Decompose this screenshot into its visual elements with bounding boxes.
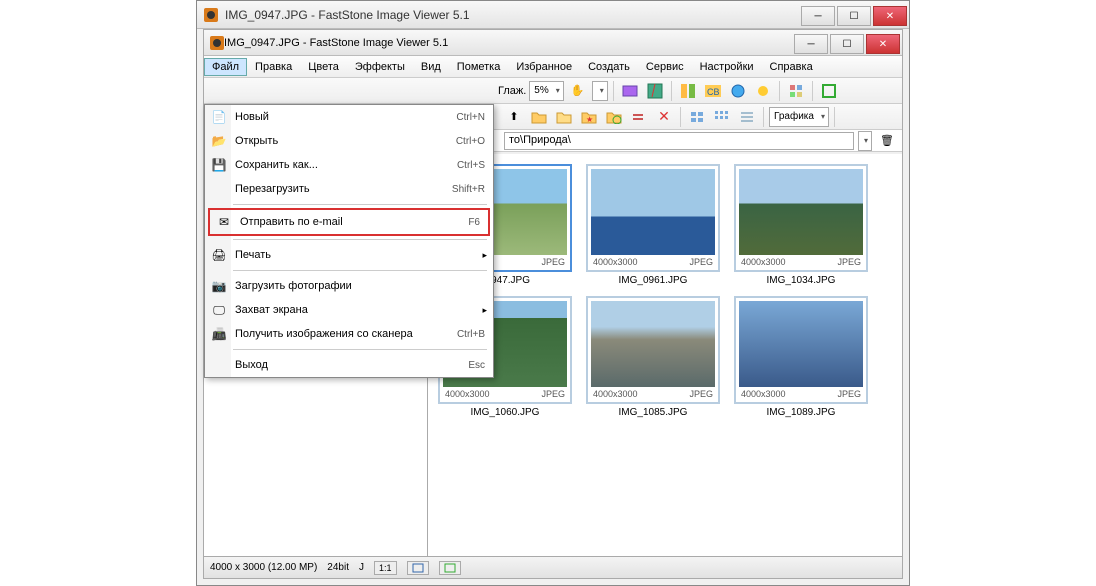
thumbnail[interactable]: 4000x3000JPEGIMG_1089.JPG	[734, 296, 868, 418]
file-menu-dropdown: 📄НовыйCtrl+N📂ОткрытьCtrl+O💾Сохранить как…	[204, 104, 494, 378]
menu-сервис[interactable]: Сервис	[638, 58, 692, 76]
app-icon	[203, 7, 219, 23]
fg-titlebar: IMG_0947.JPG - FastStone Image Viewer 5.…	[204, 30, 902, 56]
hand-tool-button[interactable]: ✋	[567, 80, 589, 102]
file-menu-item[interactable]: 📂ОткрытьCtrl+O	[205, 129, 493, 153]
view-large-button[interactable]	[686, 106, 708, 128]
fit-button[interactable]	[407, 561, 429, 575]
thumbnail-grid: 4000x3000JPEG_0947.JPG4000x3000JPEGIMG_0…	[428, 154, 902, 556]
foreground-window: IMG_0947.JPG - FastStone Image Viewer 5.…	[203, 29, 903, 579]
view-list-button[interactable]	[736, 106, 758, 128]
status-dimensions: 4000 x 3000 (12.00 MP)	[210, 562, 317, 573]
menubar: ФайлПравкаЦветаЭффектыВидПометкаИзбранно…	[204, 56, 902, 78]
folder-swap-button[interactable]	[628, 106, 650, 128]
folder-refresh-button[interactable]	[603, 106, 625, 128]
app-icon	[210, 36, 224, 50]
thumbnail[interactable]: 4000x3000JPEGIMG_1034.JPG	[734, 164, 868, 286]
filetype-combo[interactable]: Графика	[769, 107, 829, 127]
close-button[interactable]: ✕	[866, 34, 900, 54]
file-menu-item[interactable]: 🖵Захват экрана▸	[205, 298, 493, 322]
svg-text:CB: CB	[707, 87, 720, 97]
path-input[interactable]: то\Природа\	[504, 132, 854, 150]
file-menu-item[interactable]: 💾Сохранить как...Ctrl+S	[205, 153, 493, 177]
folder-open-button[interactable]	[553, 106, 575, 128]
trash-button[interactable]: 🗑	[876, 130, 898, 152]
fg-title-text: IMG_0947.JPG - FastStone Image Viewer 5.…	[224, 37, 448, 49]
menu-настройки[interactable]: Настройки	[692, 58, 762, 76]
expand-button[interactable]	[439, 561, 461, 575]
status-depth: 24bit	[327, 562, 349, 573]
menu-справка[interactable]: Справка	[762, 58, 821, 76]
toolbar-cb-button[interactable]: CB	[702, 80, 724, 102]
background-window: IMG_0947.JPG - FastStone Image Viewer 5.…	[196, 0, 910, 586]
menu-избранное[interactable]: Избранное	[508, 58, 580, 76]
path-dropdown[interactable]	[858, 131, 872, 151]
file-menu-item[interactable]: 📷Загрузить фотографии	[205, 274, 493, 298]
smooth-label: Глаж.	[208, 85, 526, 97]
file-menu-item[interactable]: ПерезагрузитьShift+R	[205, 177, 493, 201]
toolbar-row-1: Глаж. 5% ✋ CB	[204, 78, 902, 104]
menu-эффекты[interactable]: Эффекты	[347, 58, 413, 76]
nav-up-button[interactable]: ⬆	[503, 106, 525, 128]
toolbar-grid-button[interactable]	[785, 80, 807, 102]
toolbar-wallpaper-button[interactable]	[644, 80, 666, 102]
file-menu-item[interactable]: 📠Получить изображения со сканераCtrl+B	[205, 322, 493, 346]
svg-text:★: ★	[586, 115, 593, 124]
toolbar-slideshow-button[interactable]	[619, 80, 641, 102]
toolbar-sun-button[interactable]	[752, 80, 774, 102]
hand-dropdown[interactable]	[592, 81, 608, 101]
folder-yellow-button[interactable]	[528, 106, 550, 128]
menu-вид[interactable]: Вид	[413, 58, 449, 76]
file-menu-item[interactable]: ✉Отправить по e-mailF6	[210, 210, 488, 234]
delete-button[interactable]: ✕	[653, 106, 675, 128]
view-small-button[interactable]	[711, 106, 733, 128]
bg-title-text: IMG_0947.JPG - FastStone Image Viewer 5.…	[225, 8, 470, 22]
minimize-button[interactable]: ─	[794, 34, 828, 54]
menu-пометка[interactable]: Пометка	[449, 58, 509, 76]
zoom-ratio-button[interactable]: 1:1	[374, 561, 397, 575]
folder-fav-button[interactable]: ★	[578, 106, 600, 128]
menu-создать[interactable]: Создать	[580, 58, 638, 76]
bg-close-button[interactable]: ✕	[873, 6, 907, 26]
bg-titlebar: IMG_0947.JPG - FastStone Image Viewer 5.…	[197, 1, 909, 29]
file-menu-item[interactable]: 📄НовыйCtrl+N	[205, 105, 493, 129]
zoom-combo[interactable]: 5%	[529, 81, 563, 101]
maximize-button[interactable]: ☐	[830, 34, 864, 54]
bg-maximize-button[interactable]: ☐	[837, 6, 871, 26]
file-menu-item[interactable]: 🖨Печать▸	[205, 243, 493, 267]
menu-цвета[interactable]: Цвета	[300, 58, 347, 76]
highlighted-menu-item: ✉Отправить по e-mailF6	[208, 208, 490, 236]
thumbnail[interactable]: 4000x3000JPEGIMG_0961.JPG	[586, 164, 720, 286]
toolbar-globe-button[interactable]	[727, 80, 749, 102]
status-bar: 4000 x 3000 (12.00 MP) 24bit J 1:1	[204, 556, 902, 578]
toolbar-compare-button[interactable]	[677, 80, 699, 102]
menu-правка[interactable]: Правка	[247, 58, 300, 76]
file-menu-item[interactable]: ВыходEsc	[205, 353, 493, 377]
menu-файл[interactable]: Файл	[204, 58, 247, 76]
bg-minimize-button[interactable]: ─	[801, 6, 835, 26]
thumbnail[interactable]: 4000x3000JPEGIMG_1085.JPG	[586, 296, 720, 418]
toolbar-fullscreen-button[interactable]	[818, 80, 840, 102]
status-type: J	[359, 562, 364, 573]
